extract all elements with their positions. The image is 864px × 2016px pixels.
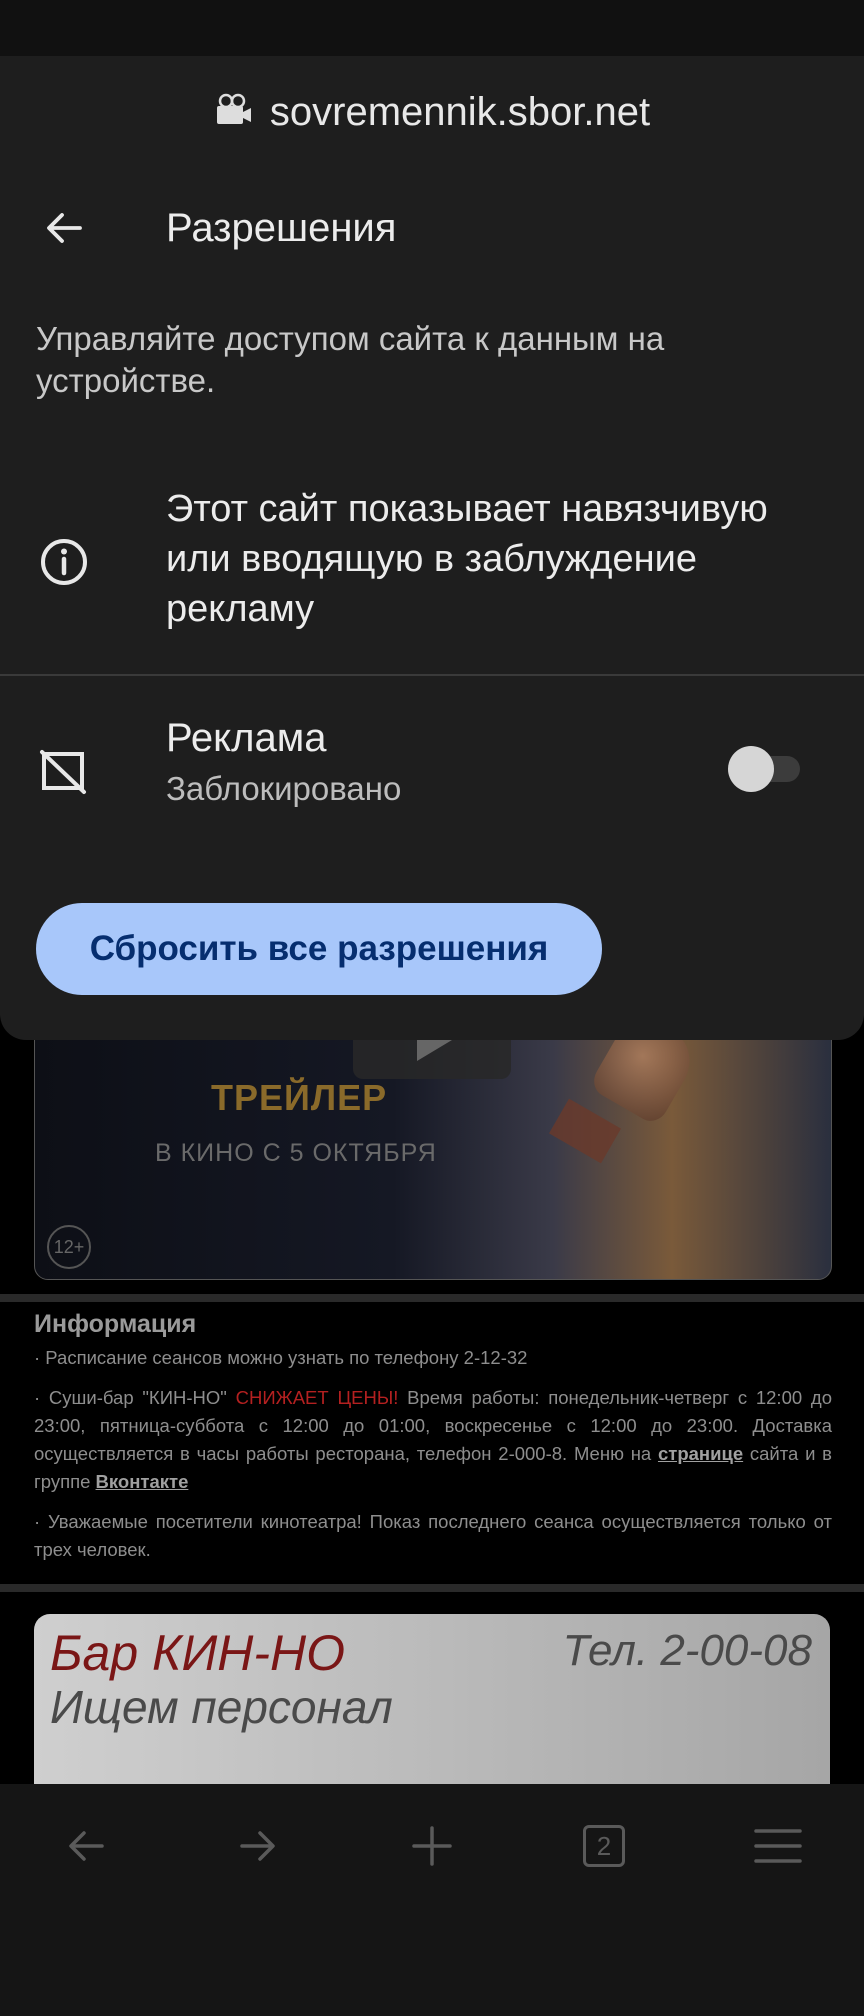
toggle-thumb bbox=[728, 746, 774, 792]
trailer-video[interactable]: ВЕТРА ТРЕЙЛЕР В КИНО С 5 ОКТЯБРЯ 12+ bbox=[34, 1010, 832, 1280]
back-button[interactable] bbox=[32, 196, 96, 260]
ads-toggle-switch[interactable] bbox=[728, 746, 800, 792]
arrow-right-icon bbox=[240, 1831, 275, 1861]
ads-permission-row[interactable]: Реклама Заблокировано bbox=[0, 716, 864, 826]
plus-icon bbox=[412, 1826, 452, 1866]
forward-nav-button[interactable] bbox=[218, 1816, 298, 1876]
status-bar bbox=[0, 0, 864, 56]
back-nav-button[interactable] bbox=[46, 1816, 126, 1876]
site-permissions-sheet: sovremennik.sbor.net Разрешения Управляй… bbox=[0, 56, 864, 1040]
info-section: Информация · Расписание сеансов можно уз… bbox=[34, 1310, 832, 1576]
menu-page-link[interactable]: странице bbox=[658, 1443, 743, 1464]
menu-button[interactable] bbox=[738, 1816, 818, 1876]
site-header: sovremennik.sbor.net bbox=[0, 84, 864, 140]
bar-phone: Тел. 2-00-08 bbox=[562, 1626, 812, 1675]
price-drop-highlight: СНИЖАЕТ ЦЕНЫ! bbox=[235, 1387, 399, 1408]
info-item-sushi-bar: · Суши-бар "КИН-НО" СНИЖАЕТ ЦЕНЫ! Время … bbox=[34, 1384, 832, 1496]
divider bbox=[0, 674, 864, 676]
permissions-header: Разрешения bbox=[0, 196, 864, 260]
vkontakte-link[interactable]: Вконтакте bbox=[96, 1471, 189, 1492]
info-icon bbox=[41, 539, 87, 585]
bar-subtitle: Ищем персонал bbox=[50, 1681, 393, 1733]
reset-permissions-button[interactable]: Сбросить все разрешения bbox=[36, 903, 602, 995]
tabs-button[interactable]: 2 bbox=[564, 1816, 644, 1876]
page-title: Разрешения bbox=[166, 206, 397, 250]
permissions-description: Управляйте доступом сайта к данным на ус… bbox=[36, 320, 665, 399]
bar-title: Бар КИН-НО bbox=[50, 1625, 346, 1681]
ads-status: Заблокировано bbox=[166, 770, 402, 807]
balloon-basket-image bbox=[549, 1098, 621, 1164]
warning-text: Этот сайт показывает навязчивую или ввод… bbox=[166, 488, 768, 630]
info-item-last-session: · Уважаемые посетители кинотеатра! Показ… bbox=[34, 1511, 832, 1560]
trailer-release-date: В КИНО С 5 ОКТЯБРЯ bbox=[155, 1139, 437, 1167]
section-divider bbox=[0, 1294, 864, 1302]
info-text: · Суши-бар "КИН-НО" bbox=[34, 1387, 236, 1408]
section-divider bbox=[0, 1584, 864, 1592]
info-heading: Информация bbox=[34, 1310, 197, 1338]
arrow-left-icon bbox=[47, 213, 82, 243]
info-item-schedule: · Расписание сеансов можно узнать по тел… bbox=[34, 1347, 528, 1368]
hamburger-menu-icon bbox=[754, 1829, 802, 1863]
age-rating-badge: 12+ bbox=[47, 1225, 91, 1269]
ads-title: Реклама bbox=[166, 716, 327, 760]
trailer-label: ТРЕЙЛЕР bbox=[211, 1077, 388, 1118]
new-tab-button[interactable] bbox=[392, 1816, 472, 1876]
tab-count-icon: 2 bbox=[583, 1825, 625, 1867]
arrow-left-icon bbox=[69, 1831, 104, 1861]
site-favicon-icon bbox=[216, 93, 251, 124]
tab-count: 2 bbox=[596, 1830, 612, 1861]
ads-blocked-icon bbox=[40, 750, 86, 794]
intrusive-ads-warning: Этот сайт показывает навязчивую или ввод… bbox=[0, 484, 864, 644]
site-domain: sovremennik.sbor.net bbox=[269, 89, 651, 134]
